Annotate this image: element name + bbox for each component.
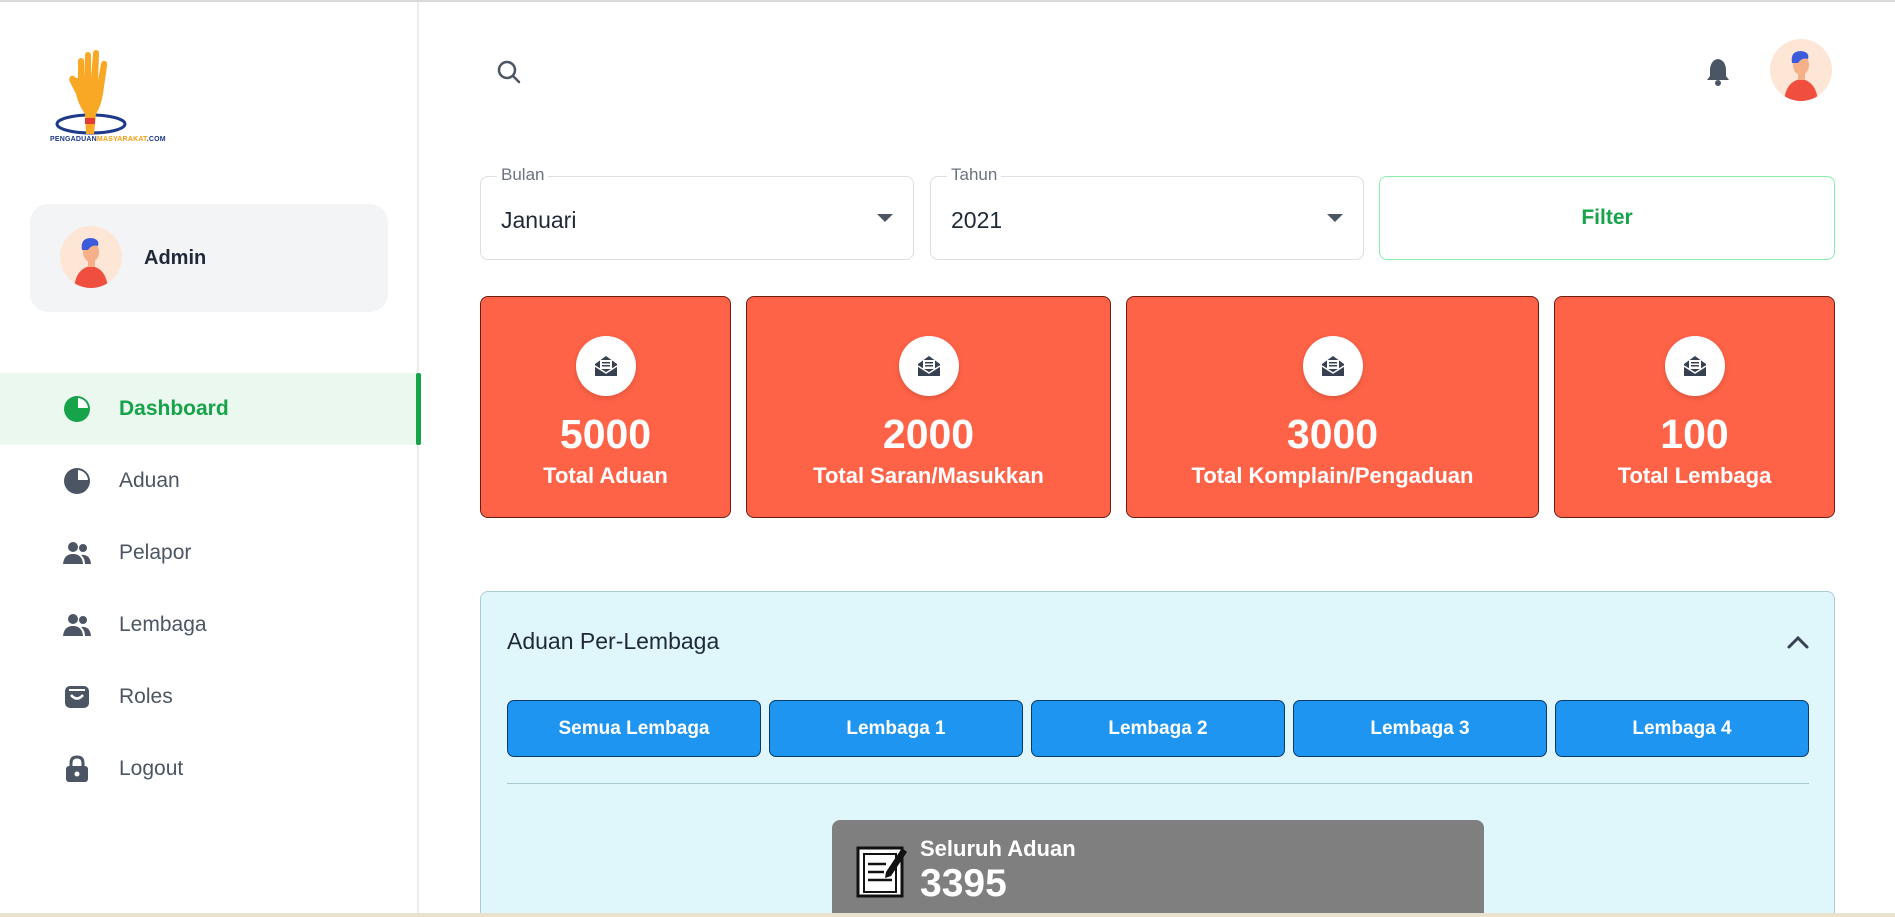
bottom-border <box>0 913 1895 917</box>
tab-lembaga-1[interactable]: Lembaga 1 <box>769 700 1023 757</box>
header-avatar[interactable] <box>1770 39 1832 101</box>
stat-card-total-komplain: 3000 Total Komplain/Pengaduan <box>1126 296 1539 518</box>
year-select-label: Tahun <box>947 165 1002 185</box>
sidebar-item-label: Logout <box>119 757 184 780</box>
sidebar: PENGADUANMASYARAKAT.COM Admin Dashboard … <box>0 2 421 913</box>
mail-open-icon <box>1302 336 1363 396</box>
raised-hand-logo-icon <box>55 50 127 135</box>
stat-card-total-lembaga: 100 Total Lembaga <box>1554 296 1835 518</box>
collapse-button[interactable] <box>1784 628 1812 656</box>
person-avatar-icon <box>1784 51 1818 101</box>
stat-value: 100 <box>1660 411 1729 457</box>
summary-title: Seluruh Aduan <box>920 836 1076 861</box>
sidebar-item-label: Roles <box>119 685 173 708</box>
sidebar-item-logout[interactable]: Logout <box>0 733 419 805</box>
sidebar-item-label: Dashboard <box>119 397 229 420</box>
caret-down-icon <box>1327 214 1343 222</box>
sidebar-item-label: Pelapor <box>119 541 192 564</box>
month-select-label: Bulan <box>497 165 549 185</box>
user-name: Admin <box>144 247 207 269</box>
year-select[interactable]: Tahun 2021 <box>930 165 1364 260</box>
aduan-per-lembaga-panel: Aduan Per-Lembaga Semua Lembaga Lembaga … <box>480 591 1835 917</box>
tab-lembaga-2[interactable]: Lembaga 2 <box>1031 700 1285 757</box>
sidebar-item-pelapor[interactable]: Pelapor <box>0 517 419 589</box>
sidebar-item-label: Lembaga <box>119 613 207 636</box>
pie-chart-icon <box>62 394 92 424</box>
tab-lembaga-3[interactable]: Lembaga 3 <box>1293 700 1547 757</box>
inbox-icon <box>62 682 92 712</box>
stat-label: Total Saran/Masukkan <box>813 463 1044 488</box>
stat-label: Total Lembaga <box>1617 463 1772 488</box>
sidebar-nav: Dashboard Aduan Pelapor Lembaga Roles Lo… <box>0 373 421 805</box>
stat-card-total-saran: 2000 Total Saran/Masukkan <box>746 296 1111 518</box>
stat-value: 3000 <box>1286 411 1379 457</box>
sidebar-item-label: Aduan <box>119 469 180 492</box>
logo-caption: PENGADUANMASYARAKAT.COM <box>50 136 166 143</box>
search-button[interactable] <box>493 56 525 88</box>
notification-button[interactable] <box>1703 55 1733 89</box>
avatar <box>60 226 122 288</box>
mail-open-icon <box>575 336 636 396</box>
stat-value: 2000 <box>882 411 975 457</box>
tab-semua-lembaga[interactable]: Semua Lembaga <box>507 700 761 757</box>
mail-open-icon <box>898 336 959 396</box>
tab-lembaga-4[interactable]: Lembaga 4 <box>1555 700 1809 757</box>
panel-title: Aduan Per-Lembaga <box>507 628 720 654</box>
sidebar-item-lembaga[interactable]: Lembaga <box>0 589 419 661</box>
user-profile-card[interactable]: Admin <box>30 204 388 312</box>
stat-card-total-aduan: 5000 Total Aduan <box>480 296 731 518</box>
users-icon <box>62 610 92 640</box>
person-avatar-icon <box>74 238 108 288</box>
stat-label: Total Aduan <box>543 463 668 488</box>
sidebar-item-roles[interactable]: Roles <box>0 661 419 733</box>
note-edit-icon <box>856 846 907 898</box>
year-select-value: 2021 <box>951 207 1003 233</box>
summary-value: 3395 <box>920 862 1007 905</box>
summary-card: Seluruh Aduan 3395 <box>832 820 1484 917</box>
lock-icon <box>62 754 92 784</box>
pie-chart-icon <box>62 466 92 496</box>
stat-value: 5000 <box>559 411 652 457</box>
bell-icon <box>1707 59 1729 86</box>
month-select-value: Januari <box>501 207 577 233</box>
lembaga-tabs: Semua Lembaga Lembaga 1 Lembaga 2 Lembag… <box>507 700 1809 757</box>
stat-label: Total Komplain/Pengaduan <box>1191 463 1474 488</box>
mail-open-icon <box>1664 336 1725 396</box>
brand-logo[interactable] <box>48 48 134 148</box>
month-select[interactable]: Bulan Januari <box>480 165 914 260</box>
filter-button[interactable]: Filter <box>1379 176 1835 260</box>
sidebar-item-dashboard[interactable]: Dashboard <box>0 373 421 445</box>
divider <box>507 783 1809 784</box>
caret-down-icon <box>877 214 893 222</box>
sidebar-item-aduan[interactable]: Aduan <box>0 445 419 517</box>
users-icon <box>62 538 92 568</box>
chevron-up-icon <box>1787 635 1809 649</box>
search-icon <box>497 60 521 84</box>
